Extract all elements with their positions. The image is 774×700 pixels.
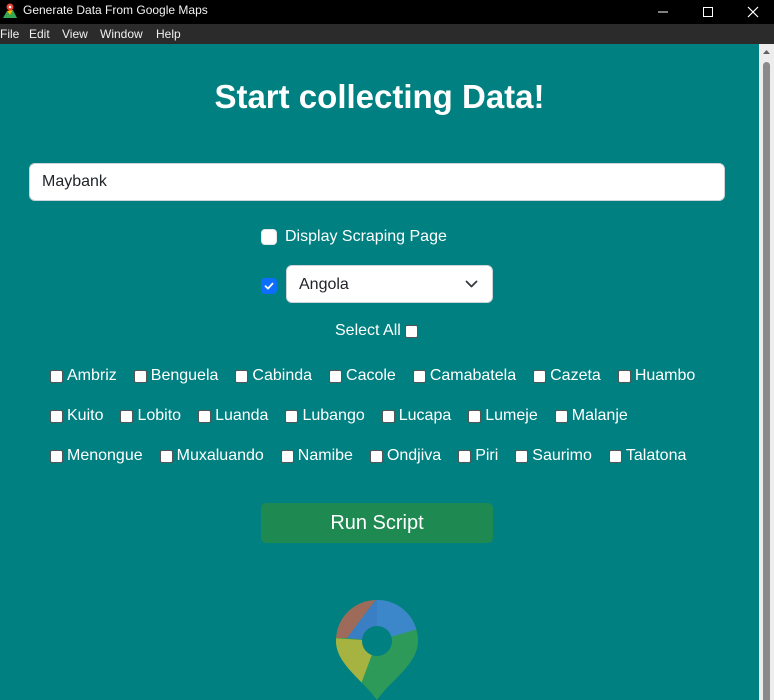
city-label: Ondjiva bbox=[386, 447, 442, 464]
maximize-button[interactable] bbox=[685, 0, 731, 24]
city-option[interactable]: Ambriz bbox=[50, 367, 117, 385]
city-label: Cazeta bbox=[550, 367, 601, 384]
close-button[interactable] bbox=[730, 0, 774, 24]
city-option[interactable]: Cacole bbox=[329, 367, 396, 385]
city-label: Piri bbox=[475, 447, 499, 464]
city-option[interactable]: Lubango bbox=[285, 407, 365, 425]
menu-file[interactable]: File bbox=[0, 27, 19, 41]
city-option[interactable]: Kuito bbox=[50, 407, 103, 425]
city-label: Menongue bbox=[67, 447, 143, 464]
city-label: Saurimo bbox=[532, 447, 592, 464]
city-row-3: Menongue Muxaluando Namibe Ondjiva Piri … bbox=[50, 447, 703, 465]
city-checkbox[interactable] bbox=[235, 369, 249, 383]
city-option[interactable]: Lumeje bbox=[468, 407, 538, 425]
city-option[interactable]: Cabinda bbox=[235, 367, 312, 385]
city-label: Namibe bbox=[297, 447, 353, 464]
city-option[interactable]: Menongue bbox=[50, 447, 143, 465]
city-checkbox[interactable] bbox=[285, 409, 299, 423]
city-label: Lobito bbox=[137, 407, 182, 424]
country-checkbox[interactable] bbox=[261, 278, 277, 294]
city-checkbox[interactable] bbox=[50, 409, 63, 423]
city-label: Talatona bbox=[625, 447, 687, 464]
city-row-1: Ambriz Benguela Cabinda Cacole Camabatel… bbox=[50, 367, 712, 385]
city-label: Ambriz bbox=[67, 367, 117, 384]
city-checkbox[interactable] bbox=[554, 409, 568, 423]
city-checkbox[interactable] bbox=[608, 449, 622, 463]
city-option[interactable]: Huambo bbox=[617, 367, 696, 385]
city-checkbox[interactable] bbox=[617, 369, 631, 383]
city-checkbox[interactable] bbox=[50, 449, 63, 463]
display-scraping-label: Display Scraping Page bbox=[285, 228, 447, 245]
select-all-checkbox[interactable] bbox=[404, 324, 418, 338]
menu-edit[interactable]: Edit bbox=[29, 27, 50, 41]
scroll-up-arrow-icon[interactable] bbox=[759, 44, 774, 60]
city-checkbox[interactable] bbox=[133, 369, 147, 383]
city-label: Cacole bbox=[346, 367, 396, 384]
page-title: Start collecting Data! bbox=[214, 78, 545, 115]
city-checkbox[interactable] bbox=[198, 409, 212, 423]
city-checkbox[interactable] bbox=[381, 409, 395, 423]
city-checkbox[interactable] bbox=[120, 409, 134, 423]
city-option[interactable]: Saurimo bbox=[515, 447, 592, 465]
city-label: Camabatela bbox=[429, 367, 517, 384]
google-maps-logo-icon bbox=[336, 600, 418, 700]
menu-bar: File Edit View Window Help bbox=[0, 24, 774, 44]
city-row-2: Kuito Lobito Luanda Lubango Lucapa Lumej… bbox=[50, 407, 645, 425]
city-label: Cabinda bbox=[252, 367, 313, 384]
select-all-label: Select All bbox=[335, 322, 401, 339]
city-checkbox[interactable] bbox=[50, 369, 63, 383]
chevron-down-icon bbox=[465, 280, 478, 288]
checkmark-icon bbox=[264, 282, 274, 290]
vertical-scrollbar[interactable] bbox=[759, 44, 774, 700]
city-label: Lucapa bbox=[398, 407, 452, 424]
city-option[interactable]: Lucapa bbox=[381, 407, 452, 425]
city-label: Huambo bbox=[634, 367, 696, 384]
minimize-icon bbox=[658, 11, 668, 13]
city-label: Lumeje bbox=[485, 407, 538, 424]
city-checkbox[interactable] bbox=[280, 449, 294, 463]
title-bar: Generate Data From Google Maps bbox=[0, 0, 774, 24]
window-title: Generate Data From Google Maps bbox=[23, 3, 208, 17]
city-label: Luanda bbox=[215, 407, 269, 424]
city-option[interactable]: Camabatela bbox=[412, 367, 517, 385]
city-checkbox[interactable] bbox=[468, 409, 482, 423]
city-option[interactable]: Cazeta bbox=[533, 367, 601, 385]
minimize-button[interactable] bbox=[640, 0, 686, 24]
menu-view[interactable]: View bbox=[62, 27, 88, 41]
city-option[interactable]: Piri bbox=[458, 447, 498, 465]
city-label: Lubango bbox=[302, 407, 365, 424]
city-option[interactable]: Lobito bbox=[120, 407, 181, 425]
city-option[interactable]: Luanda bbox=[198, 407, 268, 425]
city-option[interactable]: Muxaluando bbox=[159, 447, 264, 465]
city-label: Muxaluando bbox=[176, 447, 264, 464]
city-option[interactable]: Talatona bbox=[608, 447, 687, 465]
run-script-button[interactable]: Run Script bbox=[261, 503, 493, 543]
city-label: Benguela bbox=[150, 367, 219, 384]
select-all-option[interactable]: Select All bbox=[335, 322, 418, 340]
city-checkbox[interactable] bbox=[458, 449, 472, 463]
country-select-value: Angola bbox=[299, 276, 349, 293]
city-label: Kuito bbox=[67, 407, 104, 424]
city-option[interactable]: Ondjiva bbox=[369, 447, 442, 465]
scroll-thumb[interactable] bbox=[763, 62, 770, 700]
menu-help[interactable]: Help bbox=[156, 27, 181, 41]
city-option[interactable]: Malanje bbox=[554, 407, 628, 425]
city-checkbox[interactable] bbox=[533, 369, 547, 383]
close-icon bbox=[747, 6, 759, 18]
display-scraping-option[interactable]: Display Scraping Page bbox=[261, 228, 447, 246]
maximize-icon bbox=[703, 7, 713, 17]
city-checkbox[interactable] bbox=[412, 369, 426, 383]
city-checkbox[interactable] bbox=[369, 449, 383, 463]
city-checkbox[interactable] bbox=[329, 369, 343, 383]
city-checkbox[interactable] bbox=[159, 449, 173, 463]
display-scraping-checkbox[interactable] bbox=[261, 229, 277, 245]
city-option[interactable]: Namibe bbox=[280, 447, 353, 465]
city-checkbox[interactable] bbox=[515, 449, 529, 463]
city-option[interactable]: Benguela bbox=[133, 367, 219, 385]
app-icon bbox=[3, 3, 17, 18]
city-label: Malanje bbox=[571, 407, 628, 424]
menu-window[interactable]: Window bbox=[100, 27, 143, 41]
country-select[interactable]: Angola bbox=[286, 265, 493, 303]
search-input[interactable] bbox=[29, 163, 725, 201]
